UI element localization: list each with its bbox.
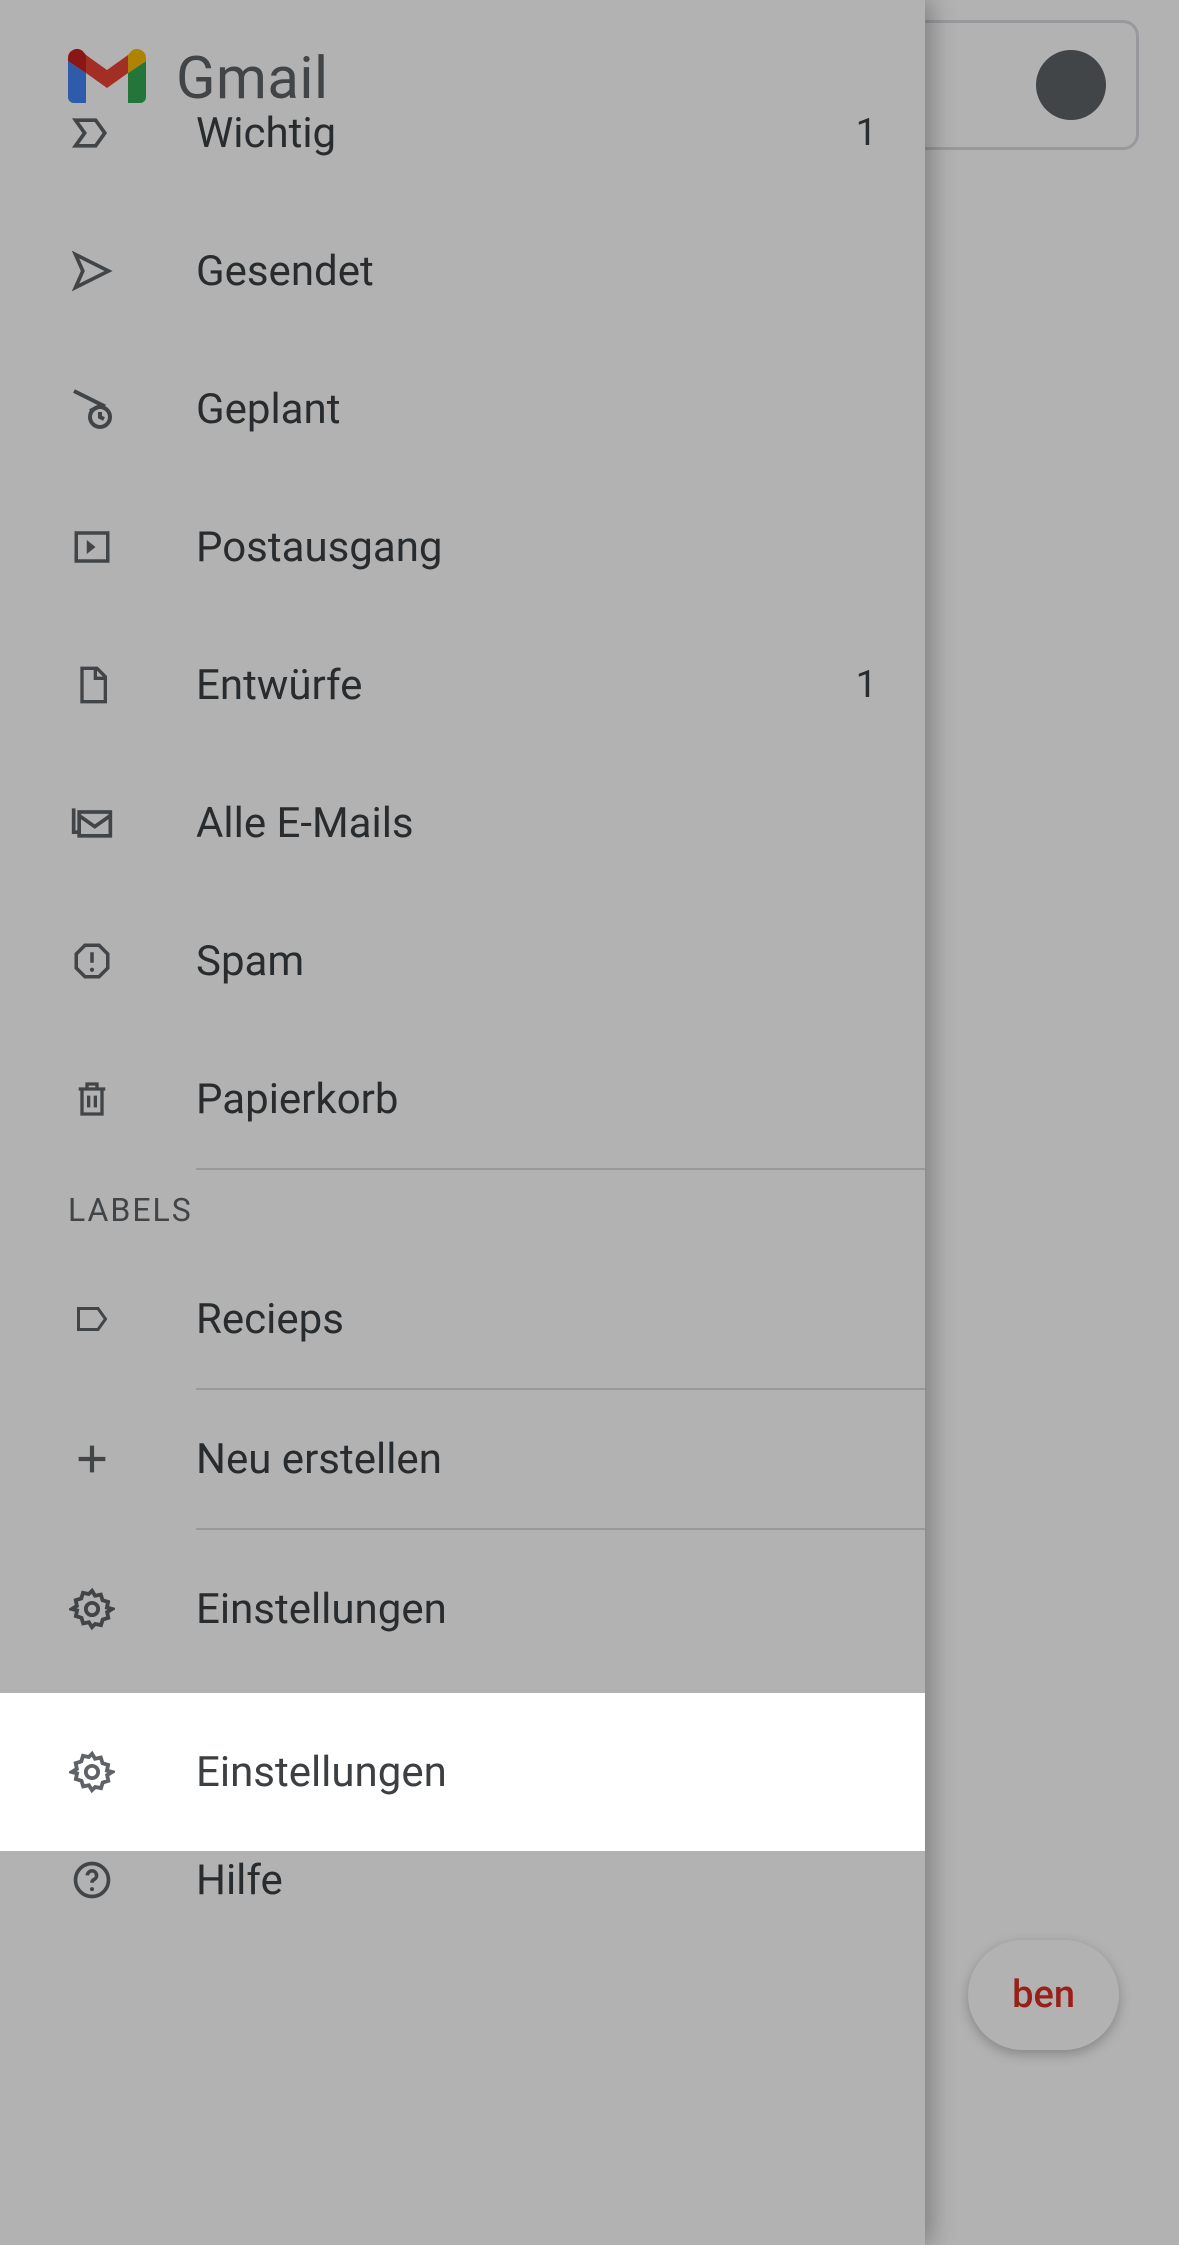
nav-item-label: Wichtig <box>196 109 847 158</box>
nav-item-label: Spam <box>196 937 877 986</box>
nav-item-spam[interactable]: Spam <box>0 892 925 1030</box>
sent-icon <box>68 247 116 295</box>
nav-item-label: Geplant <box>196 385 877 434</box>
nav-item-settings[interactable]: Einstellungen <box>0 1530 925 1688</box>
nav-item-drafts[interactable]: Entwürfe 1 <box>0 616 925 754</box>
nav-item-feedback[interactable]: Feedback geben <box>0 1688 925 1816</box>
labels-section-header: LABELS <box>0 1170 925 1250</box>
label-item-recieps[interactable]: Recieps <box>0 1250 925 1388</box>
nav-item-label: Neu erstellen <box>196 1435 877 1484</box>
nav-item-scheduled[interactable]: Geplant <box>0 340 925 478</box>
trash-icon <box>68 1075 116 1123</box>
compose-fab-label-partial: ben <box>1012 1973 1075 2017</box>
important-icon <box>68 109 116 157</box>
spam-icon <box>68 937 116 985</box>
all-mail-icon <box>68 799 116 847</box>
nav-item-sent[interactable]: Gesendet <box>0 202 925 340</box>
avatar[interactable] <box>1036 50 1106 120</box>
nav-item-label: Alle E-Mails <box>196 799 877 848</box>
nav-item-label: Einstellungen <box>196 1585 877 1634</box>
navigation-drawer: Gmail Wichtig 1 Gesendet Geplant <box>0 0 925 2245</box>
nav-item-label: Entwürfe <box>196 661 847 710</box>
feedback-icon <box>68 1728 116 1776</box>
outbox-icon <box>68 523 116 571</box>
nav-item-count: 1 <box>847 663 877 707</box>
compose-fab[interactable]: ben <box>968 1940 1119 2050</box>
label-item-label: Recieps <box>196 1295 877 1344</box>
drawer-scroll[interactable]: Wichtig 1 Gesendet Geplant Postausgang <box>0 158 925 2245</box>
gear-icon <box>68 1585 116 1633</box>
drafts-icon <box>68 661 116 709</box>
nav-item-label: Feedback geben <box>196 1728 877 1777</box>
nav-item-trash[interactable]: Papierkorb <box>0 1030 925 1168</box>
nav-item-label: Papierkorb <box>196 1075 877 1124</box>
plus-icon <box>68 1435 116 1483</box>
nav-item-important[interactable]: Wichtig 1 <box>0 64 925 202</box>
nav-item-outbox[interactable]: Postausgang <box>0 478 925 616</box>
nav-item-label: Postausgang <box>196 523 877 572</box>
nav-item-label: Gesendet <box>196 247 877 296</box>
scrim-overlay[interactable] <box>925 0 1179 2245</box>
nav-item-help[interactable]: Hilfe <box>0 1816 925 1944</box>
nav-item-label: Hilfe <box>196 1856 877 1905</box>
scheduled-icon <box>68 385 116 433</box>
label-icon <box>68 1295 116 1343</box>
nav-item-count: 1 <box>847 111 877 155</box>
help-icon <box>68 1856 116 1904</box>
nav-item-create-new[interactable]: Neu erstellen <box>0 1390 925 1528</box>
nav-item-all-mail[interactable]: Alle E-Mails <box>0 754 925 892</box>
